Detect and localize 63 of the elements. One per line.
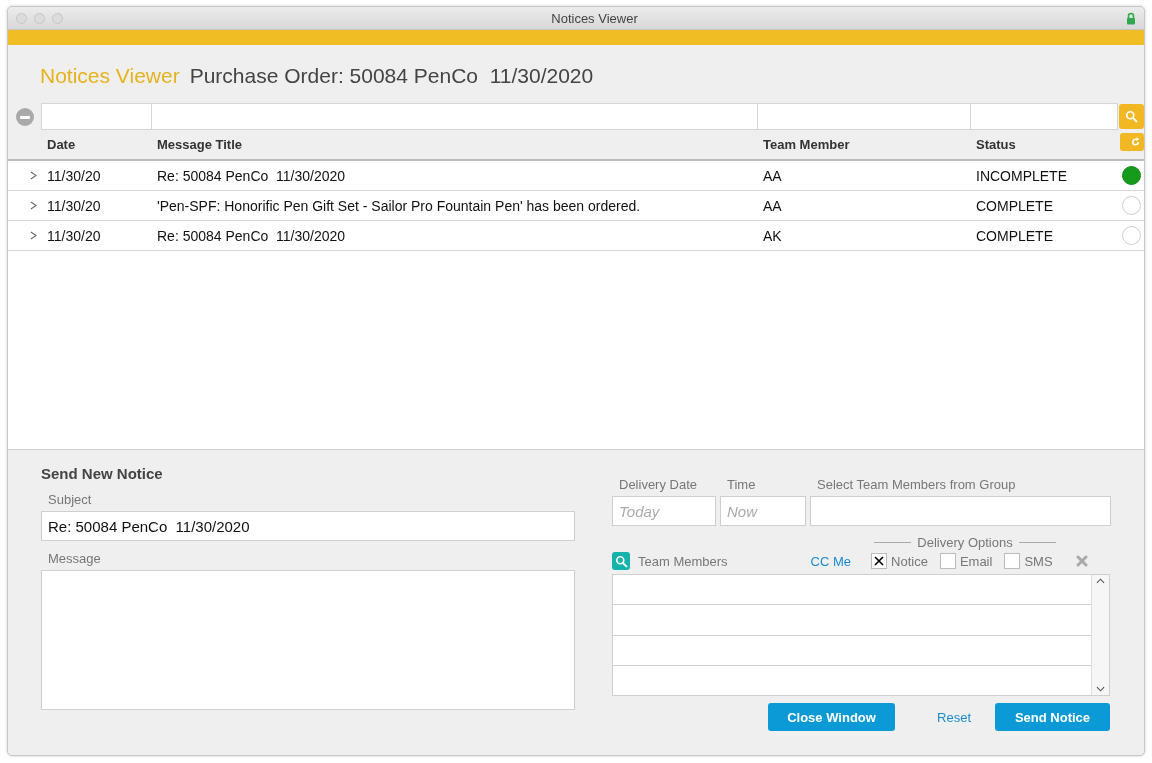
send-notice-button[interactable]: Send Notice bbox=[995, 703, 1110, 731]
field-label: Subject bbox=[47, 492, 93, 507]
date-filter-field[interactable] bbox=[41, 103, 152, 130]
date-cell-text: 11/30/20 bbox=[46, 167, 102, 184]
scroll-up-icon[interactable] bbox=[1096, 578, 1105, 584]
title-filter-field[interactable] bbox=[151, 103, 758, 130]
scroll-down-icon[interactable] bbox=[1096, 686, 1105, 692]
app-title: Notices Viewer bbox=[40, 64, 180, 88]
lock-icon bbox=[1126, 11, 1136, 25]
expand-chevron-icon[interactable] bbox=[30, 171, 37, 180]
title-cell-text: Re: 50084 PenCo 11/30/2020 bbox=[156, 167, 347, 184]
delivery-date-field[interactable]: Today bbox=[612, 496, 716, 526]
subject-field[interactable]: Re: 50084 PenCo 11/30/2020 bbox=[41, 511, 575, 541]
refresh-button[interactable] bbox=[1120, 132, 1144, 151]
status-filter-field[interactable] bbox=[970, 103, 1118, 130]
member-filter-field[interactable] bbox=[757, 103, 971, 130]
checkbox-label: SMS bbox=[1024, 553, 1053, 569]
expand-chevron-icon[interactable] bbox=[30, 231, 37, 240]
member-cell-text: AK bbox=[762, 227, 783, 244]
window-title: Notices Viewer bbox=[550, 10, 639, 26]
column-header: Team Member bbox=[762, 137, 851, 152]
time-field[interactable]: Now bbox=[720, 496, 806, 526]
field-label: Time bbox=[726, 477, 757, 492]
checkbox[interactable] bbox=[1004, 553, 1021, 569]
checkbox-label: Notice bbox=[891, 553, 928, 569]
window-close-button[interactable] bbox=[16, 12, 27, 24]
search-button[interactable] bbox=[1119, 104, 1144, 129]
section-heading: Send New Notice bbox=[41, 465, 164, 482]
field-label: Select Team Members from Group bbox=[816, 477, 1017, 492]
status-cell-text: COMPLETE bbox=[975, 227, 1054, 244]
column-header: Date bbox=[46, 137, 77, 152]
search-icon bbox=[614, 554, 628, 568]
status-cell-text: INCOMPLETE bbox=[975, 167, 1068, 184]
field-label: Team Members bbox=[638, 553, 728, 569]
window-minimize-button[interactable] bbox=[34, 12, 45, 24]
page-title: Purchase Order: 50084 PenCo 11/30/2020 bbox=[189, 64, 594, 88]
column-header: Status bbox=[975, 137, 1017, 152]
expand-chevron-icon[interactable] bbox=[30, 201, 37, 210]
close-window-button[interactable]: Close Window bbox=[768, 703, 896, 731]
window-zoom-button[interactable] bbox=[52, 12, 63, 24]
remove-filter-icon[interactable] bbox=[16, 107, 34, 126]
search-button[interactable] bbox=[612, 552, 630, 570]
clear-icon[interactable] bbox=[1076, 555, 1088, 567]
title-cell-text: Re: 50084 PenCo 11/30/2020 bbox=[156, 227, 347, 244]
date-cell-text: 11/30/20 bbox=[46, 197, 102, 214]
status-cell-text: COMPLETE bbox=[975, 197, 1054, 214]
refresh-icon bbox=[1129, 136, 1141, 147]
member-cell-text: AA bbox=[762, 197, 783, 214]
checkbox[interactable] bbox=[939, 553, 956, 569]
field-label: Message bbox=[47, 551, 102, 566]
field-label: Delivery Date bbox=[618, 477, 699, 492]
checkbox[interactable] bbox=[871, 553, 888, 569]
date-cell-text: 11/30/20 bbox=[46, 227, 102, 244]
reset-link[interactable]: Reset bbox=[937, 709, 971, 725]
title-cell-text: 'Pen-SPF: Honorific Pen Gift Set - Sailor Pro Fountain Pen' has been ordered. bbox=[156, 197, 642, 214]
member-cell-text: AA bbox=[762, 167, 783, 184]
search-icon bbox=[1125, 110, 1138, 123]
cc-me-link[interactable]: CC Me bbox=[810, 553, 852, 569]
group-field[interactable] bbox=[810, 496, 1111, 526]
message-field[interactable] bbox=[41, 570, 575, 710]
group-label: Delivery Options bbox=[917, 535, 1013, 550]
column-header: Message Title bbox=[156, 137, 244, 152]
checkbox-label: Email bbox=[959, 553, 993, 569]
